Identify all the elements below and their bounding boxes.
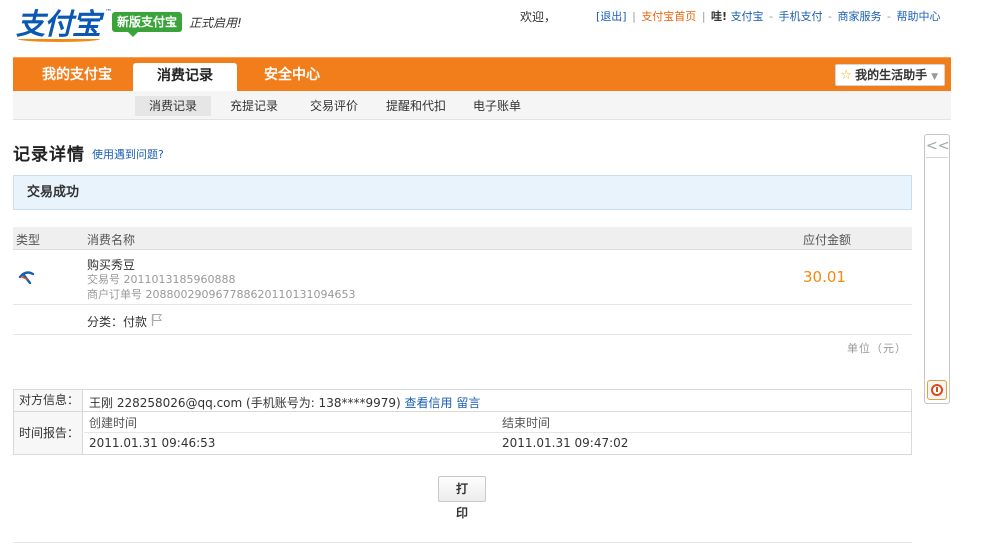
side-panel: << <box>924 134 950 404</box>
unit-label: 单位（元） <box>847 342 907 355</box>
tab-my-alipay[interactable]: 我的支付宝 <box>42 58 112 92</box>
alipay-logo[interactable]: 支付宝 ™ <box>16 6 112 42</box>
table-header: 类型 消费名称 应付金额 <box>13 227 912 250</box>
time-report-label: 时间报告： <box>14 412 83 454</box>
col-amount: 应付金额 <box>803 233 852 247</box>
help-link[interactable]: 使用遇到问题? <box>92 146 164 162</box>
counterparty-row: 对方信息： 王刚 228258026@qq.com (手机账号为: 138***… <box>14 390 911 412</box>
end-time-label: 结束时间 <box>502 416 551 430</box>
divider <box>84 432 911 433</box>
life-assistant-label: 我的生活助手 <box>855 68 928 82</box>
separator: | <box>632 10 636 23</box>
divider <box>13 542 912 543</box>
flag-icon[interactable] <box>151 313 163 326</box>
subtab-reminders-deductions[interactable]: 提醒和代扣 <box>383 96 449 116</box>
collapse-panel-button[interactable]: << <box>926 136 949 158</box>
subtab-e-statement[interactable]: 电子账单 <box>470 96 524 116</box>
check-credit-link[interactable]: 查看信用 <box>405 396 453 410</box>
alarm-clock-icon[interactable] <box>927 380 947 400</box>
subtab-recharge-withdraw[interactable]: 充提记录 <box>227 96 281 116</box>
wa-alipay-link[interactable]: 哇! 支付宝 <box>711 10 764 23</box>
new-version-badge: 新版支付宝 <box>112 12 183 37</box>
merchant-order-number: 商户订单号 20880029096778862011013109465​3 <box>87 288 356 301</box>
subtab-trade-review[interactable]: 交易评价 <box>307 96 361 116</box>
created-time-label: 创建时间 <box>89 416 138 430</box>
welcome-text: 欢迎， <box>520 10 557 24</box>
main-nav: 我的支付宝 消费记录 安全中心 ☆ 我的生活助手 ▼ <box>13 57 951 95</box>
logo-trademark: ™ <box>105 8 112 16</box>
star-icon: ☆ <box>840 68 853 83</box>
amount-payable: 30.01 <box>803 268 846 286</box>
alipay-home-link[interactable]: 支付宝首页 <box>641 10 696 23</box>
time-report-row: 时间报告： 创建时间 2011.01.31 09:46:53 结束时间 2011… <box>14 412 911 454</box>
category-row: 分类：付款 <box>13 305 912 335</box>
category-label: 分类：付款 <box>87 315 148 329</box>
counterparty-label: 对方信息： <box>14 390 83 411</box>
col-type: 类型 <box>16 233 41 247</box>
trade-status: 交易成功 <box>13 175 912 210</box>
table-row: 购买秀豆 交易号 2011013185960888 商户订单号 20880029… <box>13 251 912 305</box>
created-time-value: 2011.01.31 09:46:53 <box>89 436 216 450</box>
print-button[interactable]: 打 印 <box>438 476 486 520</box>
logo-swoosh <box>18 36 100 42</box>
alipay-link-label: 支付宝 <box>730 10 764 23</box>
col-name: 消费名称 <box>87 233 136 247</box>
counterparty-info: 王刚 228258026@qq.com (手机账号为: 138****9979)… <box>89 394 480 411</box>
mobile-pay-link[interactable]: 手机支付 <box>779 10 823 23</box>
separator: - <box>887 10 892 23</box>
separator: | <box>701 10 706 23</box>
separator: - <box>769 10 774 23</box>
chevron-down-icon: ▼ <box>931 72 938 82</box>
wa-text: 哇! <box>711 10 728 23</box>
help-center-link[interactable]: 帮助中心 <box>897 10 941 23</box>
info-table: 对方信息： 王刚 228258026@qq.com (手机账号为: 138***… <box>13 389 912 455</box>
subtab-consumption-records[interactable]: 消费记录 <box>135 96 212 116</box>
life-assistant-dropdown[interactable]: ☆ 我的生活助手 ▼ <box>835 64 945 86</box>
tab-security-center[interactable]: 安全中心 <box>264 58 320 92</box>
counterparty-details: 王刚 228258026@qq.com (手机账号为: 138****9979) <box>89 396 401 410</box>
officially-launched-text: 正式启用! <box>189 16 242 30</box>
merchant-service-link[interactable]: 商家服务 <box>838 10 882 23</box>
trade-number: 交易号 2011013185960888 <box>87 273 236 286</box>
clock-hand <box>936 387 938 392</box>
transfer-icon <box>18 271 35 284</box>
logout-link[interactable]: [退出] <box>596 10 627 23</box>
separator: - <box>828 10 833 23</box>
page-title: 记录详情 <box>13 145 85 165</box>
end-time-value: 2011.01.31 09:47:02 <box>502 436 629 450</box>
sub-nav: 消费记录 充提记录 交易评价 提醒和代扣 电子账单 <box>13 91 951 120</box>
top-links: [退出] | 支付宝首页 | 哇! 支付宝 - 手机支付 - 商家服务 - 帮助… <box>596 8 941 24</box>
leave-message-link[interactable]: 留言 <box>456 396 480 410</box>
